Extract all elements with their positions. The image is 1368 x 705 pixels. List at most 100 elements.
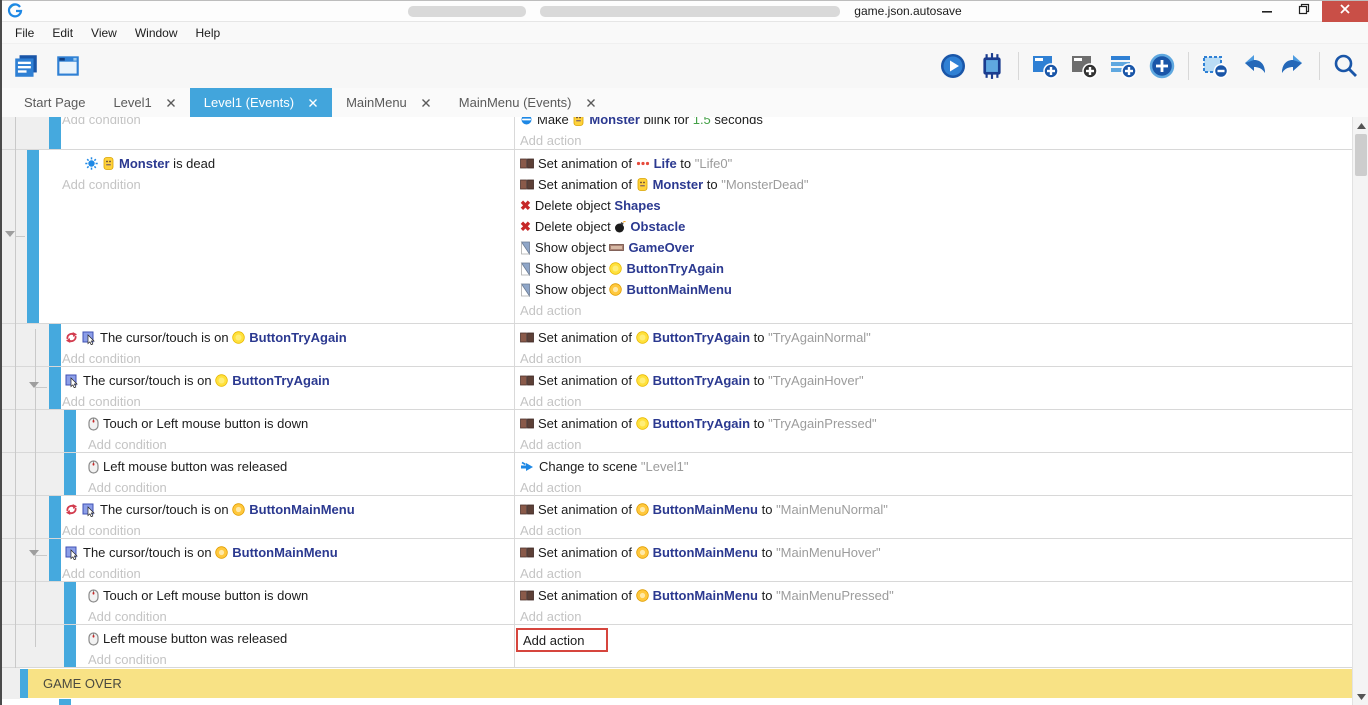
conditions-list: The cursor/touch is on ButtonMainMenuAdd…: [62, 542, 514, 582]
add-condition-button[interactable]: Add condition: [88, 606, 514, 625]
condition[interactable]: Touch or Left mouse button is down: [88, 585, 514, 606]
redo-button[interactable]: [1277, 50, 1309, 82]
text-run: Show object: [535, 282, 609, 297]
add-condition-button[interactable]: Add condition: [62, 174, 514, 194]
show-icon: [520, 283, 531, 297]
add-action-button[interactable]: Add action: [520, 606, 1352, 625]
action[interactable]: Change to scene "Level1": [520, 456, 1352, 477]
collapse-arrow-icon[interactable]: [29, 550, 39, 556]
scroll-down-button[interactable]: [1353, 688, 1368, 705]
comment-event[interactable]: GAME OVER: [2, 668, 1352, 699]
menu-edit[interactable]: Edit: [43, 23, 82, 43]
scrollbar-thumb[interactable]: [1355, 134, 1367, 176]
add-action-button[interactable]: Add action: [516, 628, 608, 652]
tab-mainmenu[interactable]: MainMenu: [332, 88, 445, 117]
add-circle-button[interactable]: [1146, 50, 1178, 82]
action[interactable]: Show object ButtonMainMenu: [520, 279, 1352, 300]
add-action-button[interactable]: Add action: [520, 434, 1352, 453]
add-subevent-button[interactable]: [1107, 50, 1139, 82]
event-body: Monster is deadAdd condition Set animatio…: [39, 150, 1352, 323]
action[interactable]: Set animation of ButtonMainMenu to "Main…: [520, 542, 1352, 563]
action[interactable]: Set animation of ButtonTryAgain to "TryA…: [520, 370, 1352, 391]
life-thumb-icon: [636, 159, 650, 168]
action[interactable]: ✖Delete object Obstacle: [520, 216, 1352, 237]
object-name: ButtonMainMenu: [653, 502, 758, 517]
action[interactable]: Make Monster blink for 1.5 seconds: [520, 117, 1352, 130]
condition[interactable]: The cursor/touch is on ButtonTryAgain: [65, 370, 514, 391]
conditions-cell: Touch or Left mouse button is downAdd co…: [76, 410, 514, 452]
add-action-button[interactable]: Add action: [520, 348, 1352, 367]
tab-label: MainMenu: [346, 95, 407, 110]
play-button[interactable]: [937, 50, 969, 82]
add-condition-button[interactable]: Add condition: [88, 434, 514, 453]
menu-view[interactable]: View: [82, 23, 126, 43]
conditions-list: Touch or Left mouse button is downAdd co…: [88, 585, 514, 625]
action[interactable]: ✖Delete object Shapes: [520, 195, 1352, 216]
add-condition-button[interactable]: Add condition: [62, 117, 514, 129]
event-color-bar: [49, 539, 61, 581]
add-condition-button[interactable]: Add condition: [88, 477, 514, 496]
add-action-button[interactable]: Add action: [520, 300, 1352, 320]
menu-window[interactable]: Window: [126, 23, 187, 43]
undo-button[interactable]: [1238, 50, 1270, 82]
add-action-button[interactable]: Add action: [520, 520, 1352, 539]
tab-close-icon[interactable]: [586, 98, 596, 108]
condition[interactable]: Touch or Left mouse button is down: [88, 413, 514, 434]
condition[interactable]: The cursor/touch is on ButtonMainMenu: [65, 542, 514, 563]
add-action-button[interactable]: Add action: [520, 563, 1352, 582]
close-button[interactable]: [1322, 1, 1368, 22]
add-condition-button[interactable]: Add condition: [88, 649, 514, 668]
tab-mainmenu-events-[interactable]: MainMenu (Events): [445, 88, 610, 117]
action[interactable]: Set animation of ButtonTryAgain to "TryA…: [520, 413, 1352, 434]
menu-help[interactable]: Help: [187, 23, 230, 43]
actions-cell: Set animation of ButtonTryAgain to "TryA…: [514, 410, 1352, 452]
vertical-scrollbar[interactable]: [1352, 117, 1368, 705]
remove-event-button[interactable]: [1199, 50, 1231, 82]
add-action-button[interactable]: Add action: [520, 391, 1352, 410]
condition[interactable]: The cursor/touch is on ButtonTryAgain: [65, 327, 514, 348]
action[interactable]: Show object ButtonTryAgain: [520, 258, 1352, 279]
action[interactable]: Set animation of Monster to "MonsterDead…: [520, 174, 1352, 195]
object-name: ButtonMainMenu: [626, 282, 731, 297]
actions-cell: Set animation of ButtonMainMenu to "Main…: [514, 496, 1352, 538]
tab-close-icon[interactable]: [421, 98, 431, 108]
object-name: Monster: [653, 177, 704, 192]
action[interactable]: Set animation of ButtonMainMenu to "Main…: [520, 499, 1352, 520]
action[interactable]: Set animation of ButtonMainMenu to "Main…: [520, 585, 1352, 606]
window-title: game.json.autosave: [2, 1, 1368, 21]
tab-close-icon[interactable]: [166, 98, 176, 108]
debug-button[interactable]: [976, 50, 1008, 82]
minimize-button[interactable]: [1248, 1, 1285, 22]
text-run: Change to scene: [539, 459, 641, 474]
add-condition-button[interactable]: Add condition: [62, 391, 514, 410]
condition[interactable]: The cursor/touch is on ButtonMainMenu: [65, 499, 514, 520]
action[interactable]: Set animation of Life to "Life0": [520, 153, 1352, 174]
button-gold-thumb-icon: [232, 503, 245, 516]
scroll-up-button[interactable]: [1353, 117, 1368, 134]
add-action-button[interactable]: Add action: [520, 130, 1352, 150]
add-event-button[interactable]: [1029, 50, 1061, 82]
collapse-arrow-icon[interactable]: [29, 382, 39, 388]
restore-button[interactable]: [1285, 1, 1322, 22]
tab-close-icon[interactable]: [308, 98, 318, 108]
search-button[interactable]: [1330, 50, 1362, 82]
event-color-bar: [27, 150, 39, 323]
add-condition-button[interactable]: Add condition: [62, 563, 514, 582]
condition[interactable]: Left mouse button was released: [88, 456, 514, 477]
condition[interactable]: Left mouse button was released: [88, 628, 514, 649]
menu-bar: FileEditViewWindowHelp: [2, 22, 1368, 44]
menu-file[interactable]: File: [6, 23, 43, 43]
tab-start-page[interactable]: Start Page: [10, 88, 99, 117]
add-action-button[interactable]: Add action: [520, 477, 1352, 496]
condition[interactable]: Monster is dead: [85, 153, 514, 174]
project-manager-button[interactable]: [10, 50, 42, 82]
tab-level1-events-[interactable]: Level1 (Events): [190, 88, 332, 117]
add-comment-button[interactable]: [1068, 50, 1100, 82]
collapse-arrow-icon[interactable]: [5, 231, 15, 237]
scene-editor-button[interactable]: [52, 50, 84, 82]
action[interactable]: Show object GameOver: [520, 237, 1352, 258]
action[interactable]: Set animation of ButtonTryAgain to "TryA…: [520, 327, 1352, 348]
add-condition-button[interactable]: Add condition: [62, 348, 514, 367]
tab-level1[interactable]: Level1: [99, 88, 189, 117]
add-condition-button[interactable]: Add condition: [62, 520, 514, 539]
